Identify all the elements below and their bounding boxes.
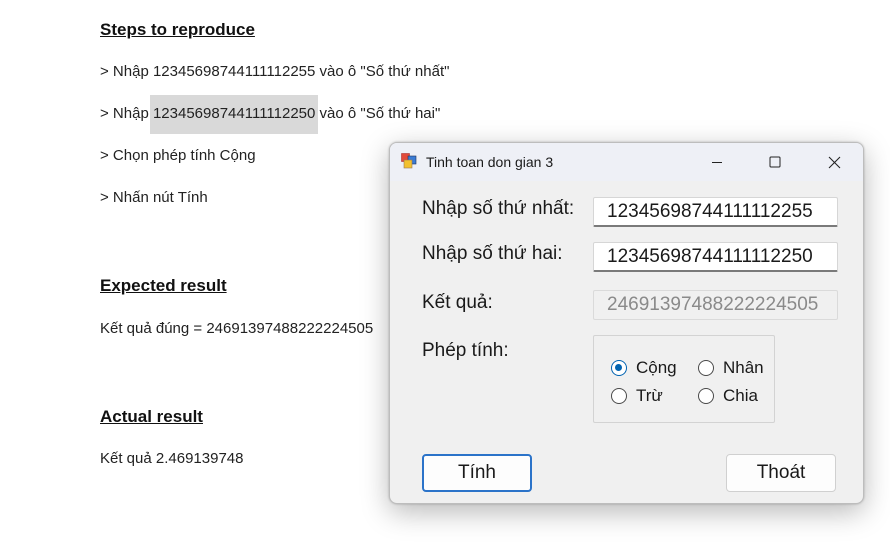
maximize-icon bbox=[769, 156, 781, 168]
radio-cong-label: Cộng bbox=[636, 358, 677, 377]
actual-heading: Actual result bbox=[100, 407, 203, 426]
radio-chia-label: Chia bbox=[723, 386, 758, 405]
step-4: > Nhấn nút Tính bbox=[100, 189, 208, 206]
close-button[interactable] bbox=[805, 143, 863, 181]
result-output: 24691397488222224505 bbox=[593, 290, 838, 320]
radio-cong[interactable]: Cộng bbox=[611, 358, 677, 378]
calculator-window: Tinh toan don gian 3 Nhập số thứ nhất: 1… bbox=[389, 142, 864, 504]
compute-button[interactable]: Tính bbox=[422, 454, 532, 492]
expected-heading: Expected result bbox=[100, 276, 227, 295]
maximize-button[interactable] bbox=[746, 143, 804, 181]
second-number-input[interactable]: 12345698744111112250 bbox=[593, 242, 838, 272]
window-title: Tinh toan don gian 3 bbox=[426, 154, 554, 170]
step-2-suffix: vào ô "Số thứ hai" bbox=[315, 105, 441, 122]
radio-nhan[interactable]: Nhân bbox=[698, 358, 764, 378]
step-2-selection[interactable]: 12345698744111112250 bbox=[149, 95, 319, 134]
radio-nhan-label: Nhân bbox=[723, 358, 764, 377]
radio-checked-icon bbox=[611, 360, 627, 376]
step-2: > Nhập 12345698744111112250 vào ô "Số th… bbox=[100, 95, 441, 134]
step-3: > Chọn phép tính Cộng bbox=[100, 147, 256, 164]
result-label: Kết quả: bbox=[422, 292, 493, 313]
first-number-label: Nhập số thứ nhất: bbox=[422, 198, 575, 219]
minimize-icon bbox=[712, 162, 722, 163]
title-bar[interactable]: Tinh toan don gian 3 bbox=[390, 143, 863, 181]
radio-tru[interactable]: Trừ bbox=[611, 386, 663, 406]
exit-button[interactable]: Thoát bbox=[726, 454, 836, 492]
first-number-input[interactable]: 12345698744111112255 bbox=[593, 197, 838, 227]
radio-unchecked-icon bbox=[611, 388, 627, 404]
expected-text: Kết quả đúng = 24691397488222224505 bbox=[100, 320, 374, 337]
step-1: > Nhập 12345698744111112255 vào ô "Số th… bbox=[100, 63, 450, 80]
radio-unchecked-icon bbox=[698, 388, 714, 404]
operation-label: Phép tính: bbox=[422, 340, 509, 361]
minimize-button[interactable] bbox=[688, 143, 746, 181]
radio-unchecked-icon bbox=[698, 360, 714, 376]
radio-tru-label: Trừ bbox=[636, 386, 663, 405]
radio-chia[interactable]: Chia bbox=[698, 386, 758, 406]
close-icon bbox=[828, 156, 840, 168]
step-2-prefix: > Nhập bbox=[100, 105, 153, 122]
app-icon bbox=[401, 153, 417, 169]
second-number-label: Nhập số thứ hai: bbox=[422, 243, 563, 264]
actual-text: Kết quả 2.469139748 bbox=[100, 450, 244, 467]
operation-group: Cộng Nhân Trừ Chia bbox=[593, 335, 775, 423]
steps-heading: Steps to reproduce bbox=[100, 20, 255, 39]
